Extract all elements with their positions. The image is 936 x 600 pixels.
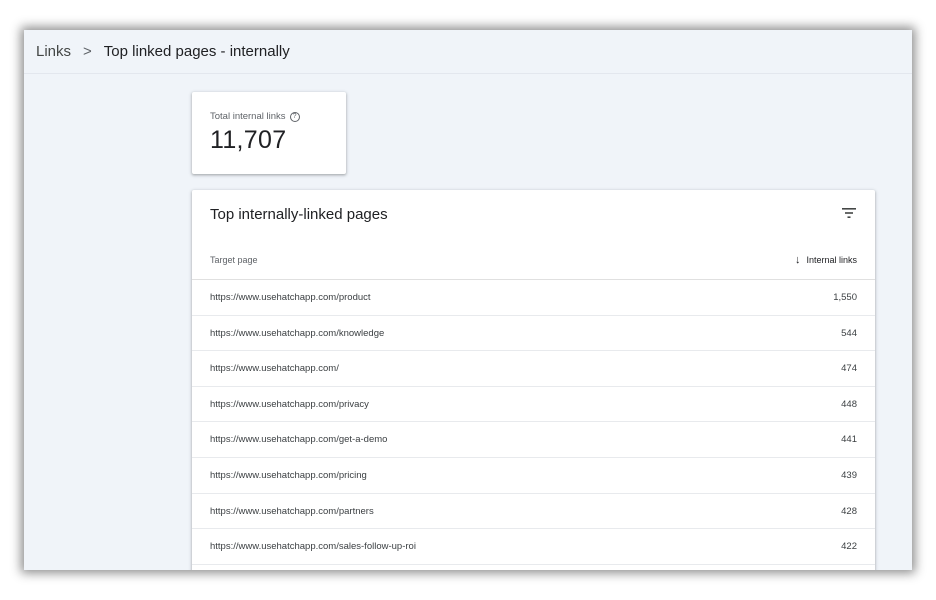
breadcrumb: Links > Top linked pages - internally: [24, 30, 912, 74]
target-page-url[interactable]: https://www.usehatchapp.com/partners: [210, 506, 374, 517]
chevron-right-icon: >: [83, 43, 92, 60]
table-row[interactable]: https://www.usehatchapp.com/partners 428: [192, 494, 875, 530]
table-header: Target page ↓ Internal links: [192, 242, 875, 280]
breadcrumb-links[interactable]: Links: [36, 43, 71, 60]
top-pages-table-card: Top internally-linked pages Target page …: [192, 190, 875, 570]
target-page-url[interactable]: https://www.usehatchapp.com/get-a-demo: [210, 434, 387, 445]
internal-links-count: 439: [841, 469, 857, 481]
target-page-url[interactable]: https://www.usehatchapp.com/sales-follow…: [210, 541, 416, 552]
table-row[interactable]: https://www.usehatchapp.com/privacy 448: [192, 387, 875, 423]
total-links-card: Total internal links ? 11,707: [192, 92, 346, 174]
total-links-label: Total internal links: [210, 111, 286, 122]
table-title: Top internally-linked pages: [210, 206, 388, 223]
total-links-label-row: Total internal links ?: [210, 111, 346, 122]
arrow-down-icon: ↓: [794, 254, 801, 266]
table-row[interactable]: https://www.usehatchapp.com/sales-follow…: [192, 529, 875, 565]
internal-links-count: 441: [841, 434, 857, 446]
help-circle-icon[interactable]: ?: [289, 111, 300, 122]
target-page-url[interactable]: https://www.usehatchapp.com/: [210, 363, 339, 374]
page-title: Top linked pages - internally: [103, 43, 290, 60]
target-page-url[interactable]: https://www.usehatchapp.com/product: [210, 292, 371, 303]
internal-links-count: 422: [841, 541, 857, 553]
table-row[interactable]: https://www.usehatchapp.com/knowledge 544: [192, 316, 875, 352]
table-body: https://www.usehatchapp.com/product 1,550…: [192, 280, 875, 565]
target-page-url[interactable]: https://www.usehatchapp.com/pricing: [210, 470, 367, 481]
internal-links-count: 474: [841, 363, 857, 375]
table-row[interactable]: https://www.usehatchapp.com/product 1,550: [192, 280, 875, 316]
internal-links-count: 1,550: [833, 292, 857, 303]
internal-links-count: 448: [841, 398, 857, 410]
table-row[interactable]: https://www.usehatchapp.com/pricing 439: [192, 458, 875, 494]
table-row[interactable]: https://www.usehatchapp.com/474: [192, 351, 875, 387]
column-header-internal-links[interactable]: ↓ Internal links: [795, 254, 857, 266]
filter-icon[interactable]: [841, 206, 857, 220]
app-window: Links > Top linked pages - internally To…: [24, 30, 912, 570]
target-page-url[interactable]: https://www.usehatchapp.com/privacy: [210, 399, 369, 410]
internal-links-count: 544: [841, 327, 857, 339]
total-links-value: 11,707: [210, 126, 287, 154]
internal-links-count: 428: [841, 505, 857, 517]
column-header-internal-links-label: Internal links: [806, 255, 857, 265]
target-page-url[interactable]: https://www.usehatchapp.com/knowledge: [210, 328, 384, 339]
table-row[interactable]: https://www.usehatchapp.com/get-a-demo 44…: [192, 422, 875, 458]
column-header-target-page[interactable]: Target page: [210, 255, 258, 265]
